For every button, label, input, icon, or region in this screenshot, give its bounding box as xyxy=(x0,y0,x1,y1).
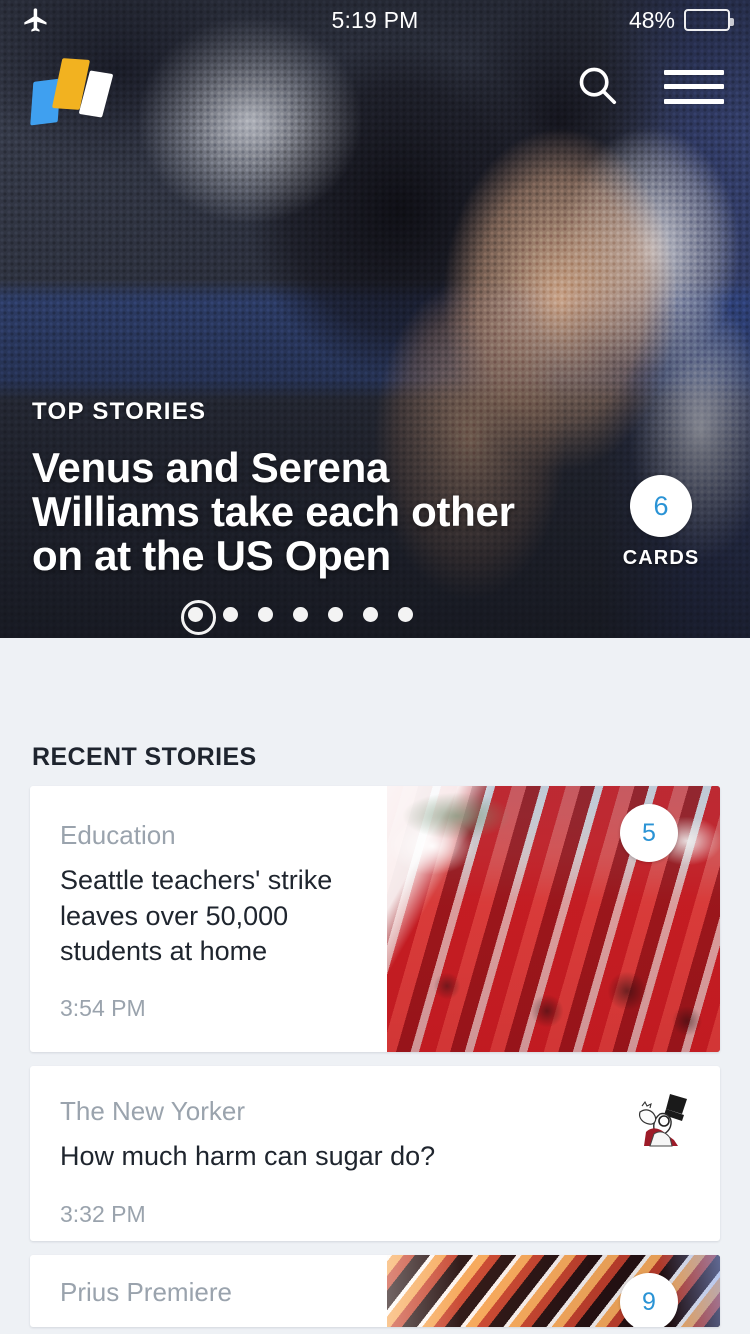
search-icon[interactable] xyxy=(574,62,620,111)
story-card-count-badge: 5 xyxy=(620,804,678,862)
list-item[interactable]: The New Yorker How much harm can sugar d… xyxy=(30,1066,720,1241)
recent-stories-title: RECENT STORIES xyxy=(32,743,257,771)
pager-dot[interactable] xyxy=(292,607,308,622)
story-title: How much harm can sugar do? xyxy=(60,1141,436,1172)
yahoo-news-digest-logo[interactable] xyxy=(30,54,114,126)
battery-percent-label: 48% xyxy=(628,6,675,33)
story-source: The New Yorker xyxy=(60,1096,245,1126)
story-card-body: The New Yorker How much harm can sugar d… xyxy=(30,1066,720,1241)
story-category: Education xyxy=(60,820,176,850)
hero-headline: Venus and Serena Williams take each othe… xyxy=(32,443,515,579)
status-bar: 5:19 PM 48% xyxy=(0,0,750,40)
hamburger-menu-icon[interactable] xyxy=(664,69,724,104)
hamburger-line xyxy=(664,98,724,104)
story-card-count-badge: 9 xyxy=(620,1273,678,1327)
story-category: Prius Premiere xyxy=(60,1277,232,1307)
battery-cap xyxy=(730,18,734,26)
hero-kicker: TOP STORIES xyxy=(32,397,207,425)
pager-dot-active[interactable] xyxy=(180,600,216,635)
hero-cards-count: 6 xyxy=(630,475,692,537)
list-item[interactable]: Education Seattle teachers' strike leave… xyxy=(30,786,720,1052)
hero-cards-counter[interactable]: 6 CARDS xyxy=(602,475,720,570)
story-card-body: Prius Premiere xyxy=(30,1255,387,1327)
pager-dot[interactable] xyxy=(222,607,238,622)
app-header xyxy=(0,40,750,140)
new-yorker-eustace-tilley-logo xyxy=(630,1090,692,1150)
story-time: 3:32 PM xyxy=(60,1200,146,1227)
battery-icon xyxy=(684,9,734,31)
pager-dot[interactable] xyxy=(327,607,343,622)
status-bar-battery: 48% xyxy=(628,6,734,34)
hamburger-line xyxy=(664,69,724,75)
story-title: Seattle teachers' strike leaves over 50,… xyxy=(60,865,333,967)
story-card-body: Education Seattle teachers' strike leave… xyxy=(30,786,387,1052)
header-actions xyxy=(574,62,724,111)
top-story-hero[interactable]: 5:19 PM 48% TOP STORIES Venus and Serena… xyxy=(0,0,750,638)
pager-dot[interactable] xyxy=(397,607,413,622)
hero-pager[interactable] xyxy=(0,600,750,635)
pager-dot[interactable] xyxy=(362,607,378,622)
list-item[interactable]: Prius Premiere 9 xyxy=(30,1255,720,1327)
pager-dot[interactable] xyxy=(257,607,273,622)
hamburger-line xyxy=(664,84,724,89)
hero-cards-label: CARDS xyxy=(622,547,700,569)
hero-text-block: TOP STORIES Venus and Serena Williams ta… xyxy=(32,398,552,578)
recent-stories-list: Education Seattle teachers' strike leave… xyxy=(30,786,720,1327)
story-time: 3:54 PM xyxy=(60,995,146,1021)
recent-stories-section: RECENT STORIES Education Seattle teacher… xyxy=(0,638,750,1334)
